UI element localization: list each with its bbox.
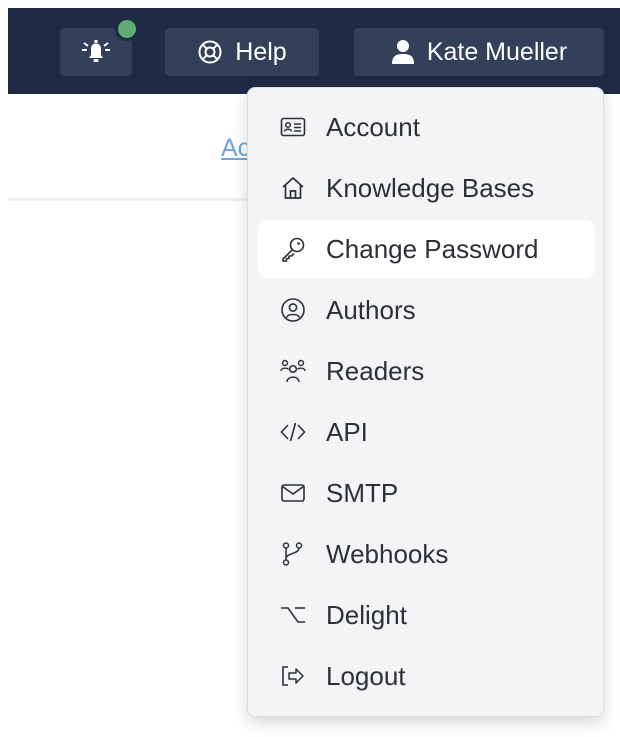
menu-item-label: Account [326, 111, 420, 142]
menu-item-knowledge-bases[interactable]: Knowledge Bases [258, 159, 595, 217]
menu-item-label: Delight [326, 599, 407, 630]
menu-item-webhooks[interactable]: Webhooks [258, 525, 595, 583]
menu-item-api[interactable]: API [258, 403, 595, 461]
user-circle-icon [281, 298, 305, 322]
menu-item-label: Knowledge Bases [326, 172, 535, 203]
envelope-icon [281, 484, 305, 502]
menu-item-label: SMTP [326, 477, 399, 508]
menu-item-change-password[interactable]: Change Password [258, 220, 595, 278]
logout-icon [282, 666, 304, 686]
page-margin [0, 0, 8, 737]
id-card-icon [280, 117, 306, 137]
user-menu-button[interactable]: Kate Mueller [354, 28, 604, 76]
users-group-icon [280, 359, 306, 383]
menu-item-delight[interactable]: Delight [258, 586, 595, 644]
divider [8, 198, 253, 201]
help-label: Help [235, 37, 287, 66]
help-button[interactable]: Help [165, 28, 319, 76]
top-navigation-bar: Help Kate Mueller [8, 8, 620, 94]
menu-item-logout[interactable]: Logout [258, 647, 595, 705]
menu-item-readers[interactable]: Readers [258, 342, 595, 400]
home-icon [282, 177, 304, 199]
menu-item-label: Change Password [326, 233, 539, 264]
page-tab-link[interactable]: Ac [221, 134, 250, 163]
menu-item-label: Webhooks [326, 538, 449, 569]
lifebuoy-icon [198, 40, 222, 64]
key-icon [282, 237, 305, 262]
menu-item-label: Readers [326, 355, 425, 386]
menu-item-label: Logout [326, 660, 406, 691]
code-icon [280, 422, 306, 442]
user-dropdown-menu: Account Knowledge Bases Change Password … [247, 87, 604, 717]
option-key-icon [281, 607, 305, 623]
notification-indicator [115, 17, 139, 41]
menu-item-smtp[interactable]: SMTP [258, 464, 595, 522]
menu-item-label: API [326, 416, 368, 447]
menu-item-account[interactable]: Account [258, 98, 595, 156]
git-branch-icon [282, 542, 303, 566]
user-icon [391, 40, 414, 64]
menu-item-label: Authors [326, 294, 416, 325]
bell-icon [82, 40, 110, 62]
user-name: Kate Mueller [426, 37, 568, 66]
menu-item-authors[interactable]: Authors [258, 281, 595, 339]
